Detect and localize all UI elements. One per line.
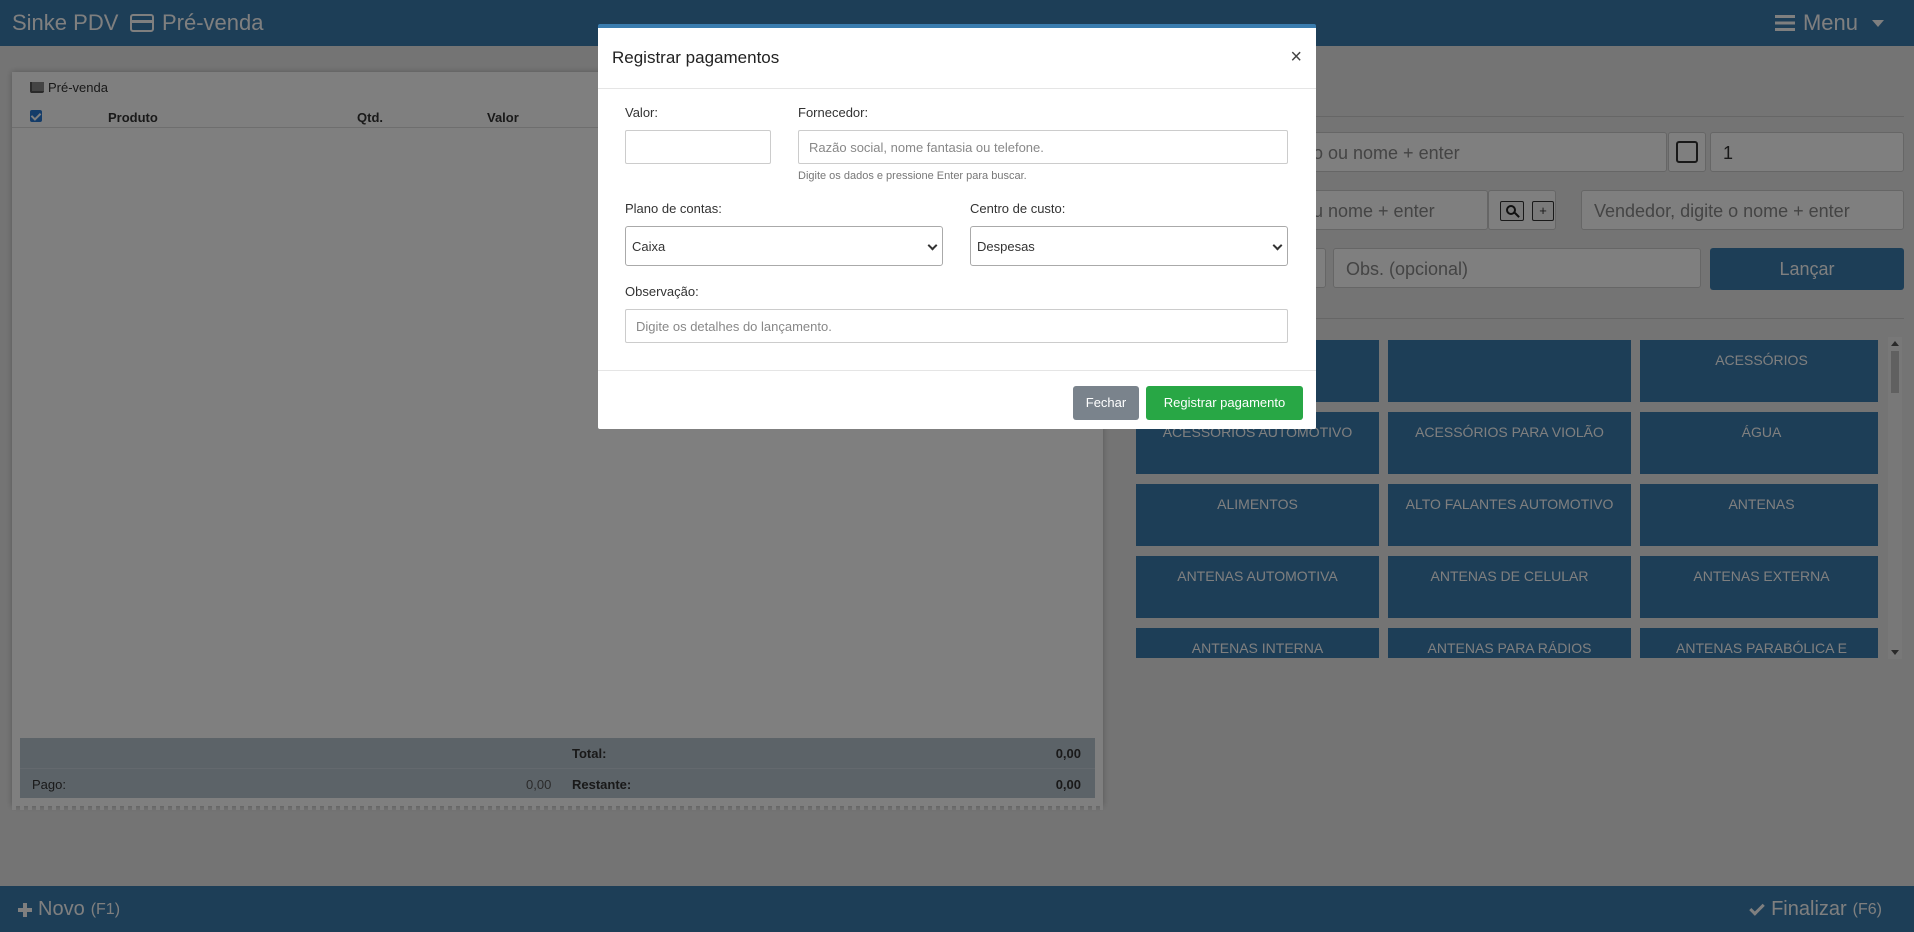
modal-footer-divider — [598, 370, 1316, 371]
registrar-pagamento-button[interactable]: Registrar pagamento — [1146, 386, 1303, 420]
fechar-button[interactable]: Fechar — [1073, 386, 1139, 420]
obs-label: Observação: — [625, 284, 699, 299]
modal-header-divider — [598, 88, 1316, 89]
chevron-down-icon — [927, 240, 938, 251]
registrar-pagamentos-modal: Registrar pagamentos × Valor: Fornecedor… — [598, 24, 1316, 429]
fornecedor-input[interactable]: Razão social, nome fantasia ou telefone. — [798, 130, 1288, 164]
centro-label: Centro de custo: — [970, 201, 1066, 216]
plano-select[interactable]: Caixa — [625, 226, 943, 266]
centro-selected: Despesas — [977, 239, 1035, 254]
centro-select[interactable]: Despesas — [970, 226, 1288, 266]
obs-input[interactable]: Digite os detalhes do lançamento. — [625, 309, 1288, 343]
valor-input[interactable] — [625, 130, 771, 164]
close-icon[interactable]: × — [1290, 46, 1302, 69]
fornecedor-hint: Digite os dados e pressione Enter para b… — [798, 170, 1027, 182]
chevron-down-icon — [1272, 240, 1283, 251]
valor-label: Valor: — [625, 105, 658, 120]
modal-title: Registrar pagamentos — [612, 48, 780, 67]
plano-label: Plano de contas: — [625, 201, 722, 216]
plano-selected: Caixa — [632, 239, 666, 254]
fornecedor-label: Fornecedor: — [798, 105, 869, 120]
